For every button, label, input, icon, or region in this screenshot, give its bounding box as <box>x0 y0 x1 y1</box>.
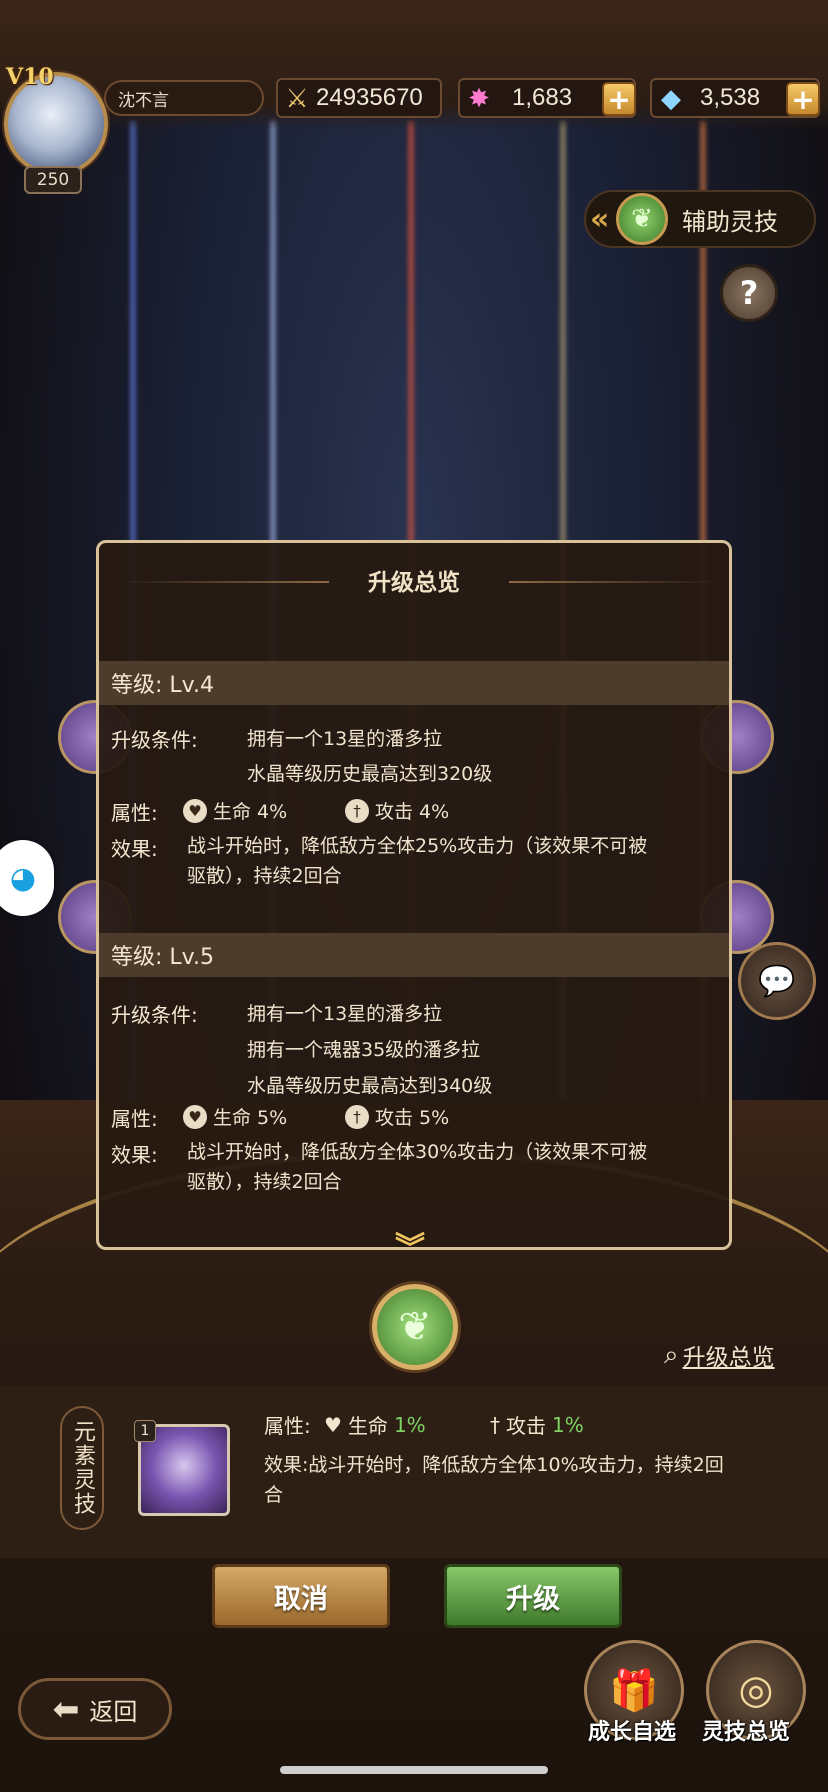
player-level-badge: 250 <box>24 166 82 194</box>
crossed-swords-icon: ⚔ <box>285 82 309 113</box>
current-attack-label: 攻击 <box>506 1414 546 1438</box>
sword-icon: † <box>345 1104 369 1129</box>
conditions-key: 升级条件: <box>111 728 198 752</box>
heart-icon: ♥ <box>183 798 207 823</box>
effect-text: 战斗开始时，降低敌方全体25%攻击力（该效果不可被驱散），持续2回合 <box>187 835 648 887</box>
hp-attribute-value: 生命 5% <box>213 1107 288 1129</box>
double-chevron-down-icon: ︾ <box>395 1231 425 1250</box>
back-button[interactable]: ⬅ 返回 <box>18 1678 172 1740</box>
skill-category-label: 元素灵技 <box>70 1420 95 1516</box>
upgrade-overview-popup: 升级总览 等级: Lv.4 升级条件: 拥有一个13星的潘多拉 水晶等级历史最高… <box>96 540 732 1250</box>
effect-key: 效果: <box>111 1143 158 1167</box>
diamond-value: 3,538 <box>700 84 761 111</box>
chat-bubble-icon[interactable]: 💬 <box>738 942 816 1020</box>
attack-attribute-value: 攻击 4% <box>375 801 450 823</box>
sword-icon: † <box>345 798 369 823</box>
effect-key: 效果: <box>111 837 158 861</box>
skill-overview-label: 灵技总览 <box>702 1720 791 1745</box>
condition-item: 拥有一个13星的潘多拉 <box>247 728 443 750</box>
current-hp-label: 生命 <box>347 1414 388 1438</box>
current-attack-value: 1% <box>552 1412 584 1437</box>
condition-item: 拥有一个魂器35级的潘多拉 <box>247 1039 481 1061</box>
attribute-key: 属性: <box>111 1107 158 1131</box>
heart-icon: ♥ <box>324 1412 342 1437</box>
skill-category-tag: 元素灵技 <box>60 1406 104 1530</box>
back-arrow-icon: ⬅ <box>52 1690 80 1728</box>
level-header: 等级: Lv.5 <box>99 933 729 977</box>
current-hp-attribute: ♥ 生命 1% <box>324 1410 426 1439</box>
current-effect-text: 效果:战斗开始时，降低敌方全体10%攻击力，持续2回合 <box>264 1454 724 1506</box>
heart-icon: ♥ <box>183 1104 207 1129</box>
effect-text: 战斗开始时，降低敌方全体30%攻击力（该效果不可被驱散），持续2回合 <box>187 1141 648 1193</box>
vip-badge: V10 <box>6 64 54 90</box>
current-hp-value: 1% <box>393 1412 426 1437</box>
cancel-button[interactable]: 取消 <box>212 1564 390 1628</box>
popup-title: 升级总览 <box>368 570 460 596</box>
home-indicator[interactable] <box>280 1766 548 1774</box>
auxiliary-skill-label: 辅助灵技 <box>682 207 778 236</box>
power-value: 24935670 <box>316 84 423 111</box>
add-diamond-button[interactable]: + <box>786 82 820 116</box>
skill-count-badge: 1 <box>134 1420 156 1442</box>
upgrade-overview-label: 升级总览 <box>682 1345 775 1371</box>
current-skill-leaf-icon[interactable]: ❦ <box>372 1284 458 1370</box>
sword-icon: † <box>490 1412 500 1437</box>
auxiliary-skill-tab[interactable]: « ❦ 辅助灵技 <box>584 190 816 248</box>
crystal-burst-icon: ✸ <box>468 82 490 113</box>
attack-attribute: † 攻击 5% <box>345 1103 449 1130</box>
help-button[interactable]: ? <box>720 264 778 322</box>
current-attack-attribute: † 攻击 1% <box>490 1410 584 1439</box>
upgrade-button[interactable]: 升级 <box>444 1564 622 1628</box>
power-display: ⚔ 24935670 <box>276 78 442 118</box>
attack-attribute-value: 攻击 5% <box>375 1107 450 1129</box>
player-name: 沈不言 <box>104 80 264 116</box>
condition-item: 拥有一个13星的潘多拉 <box>247 1003 443 1025</box>
condition-item: 水晶等级历史最高达到320级 <box>247 763 493 785</box>
attribute-key: 属性: <box>111 801 158 825</box>
hp-attribute: ♥ 生命 5% <box>183 1103 287 1130</box>
leaf-icon: ❦ <box>616 193 668 245</box>
add-crystal-button[interactable]: + <box>602 82 636 116</box>
growth-select-label: 成长自选 <box>588 1720 677 1745</box>
chevron-left-icon: « <box>590 201 610 237</box>
back-label: 返回 <box>89 1697 138 1726</box>
upgrade-overview-link[interactable]: ⌕ 升级总览 <box>664 1338 775 1372</box>
hp-attribute-value: 生命 4% <box>213 801 288 823</box>
current-attribute-key: 属性: <box>264 1414 311 1438</box>
condition-item: 水晶等级历史最高达到340级 <box>247 1075 493 1097</box>
magnifier-icon: ⌕ <box>664 1339 679 1370</box>
diamond-icon: ◆ <box>661 82 681 113</box>
hp-attribute: ♥ 生命 4% <box>183 797 287 824</box>
floating-assistant-icon[interactable]: ◕ <box>0 840 54 916</box>
conditions-key: 升级条件: <box>111 1003 198 1027</box>
crystal-value: 1,683 <box>512 84 573 111</box>
level-header: 等级: Lv.4 <box>99 661 729 705</box>
attack-attribute: † 攻击 4% <box>345 797 449 824</box>
